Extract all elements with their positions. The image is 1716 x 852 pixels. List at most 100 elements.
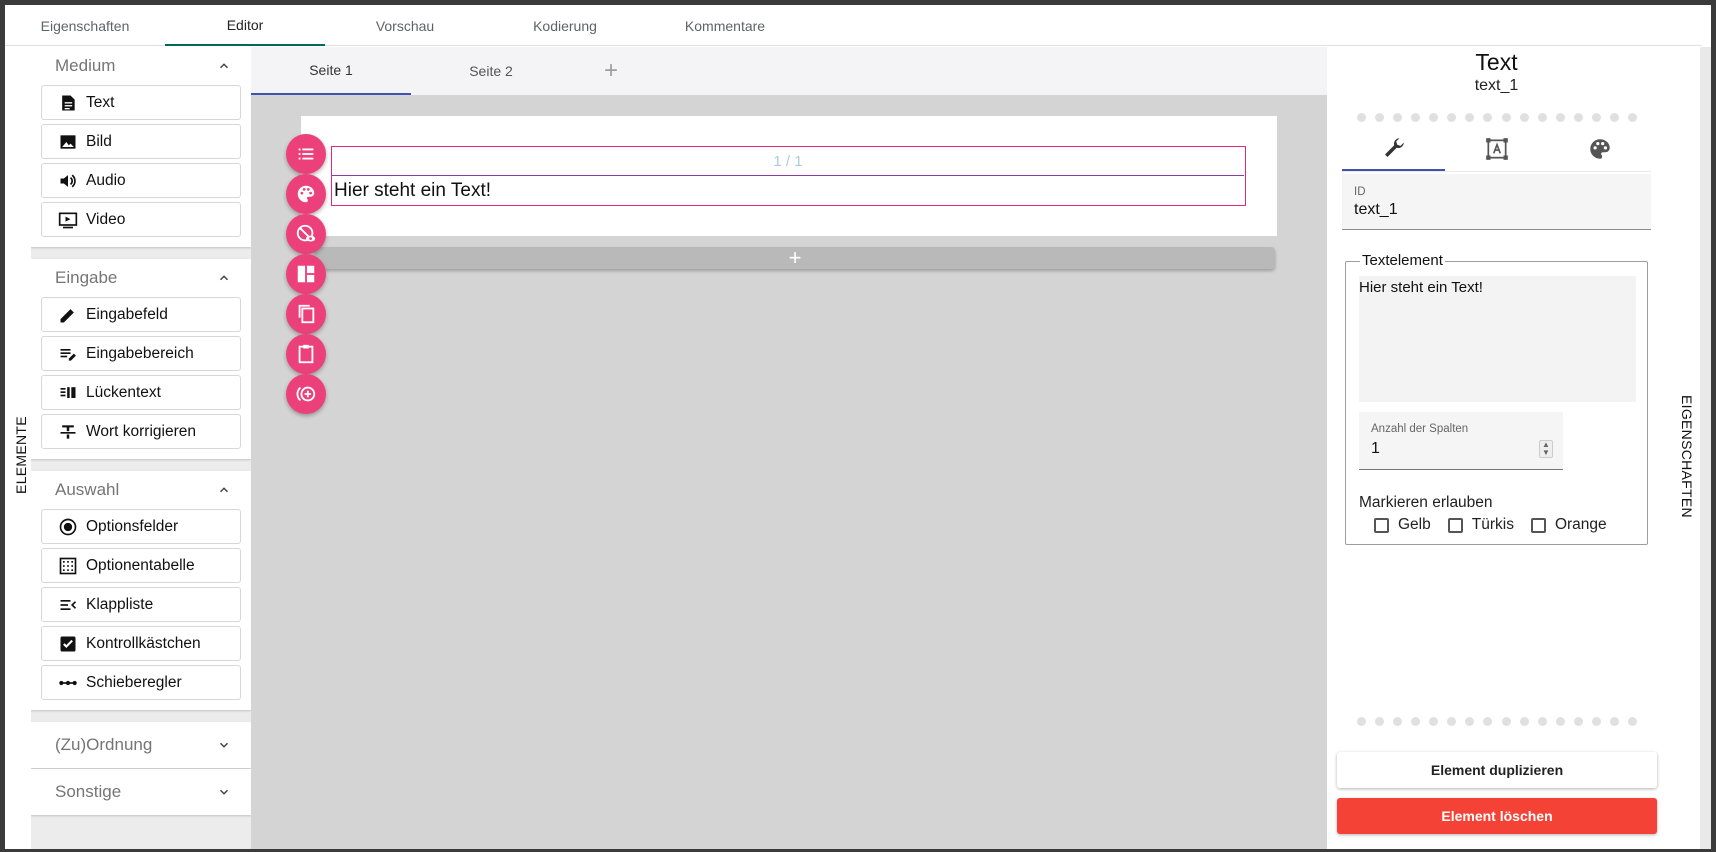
- highlight-label: Markieren erlauben: [1359, 494, 1493, 511]
- audio-icon: [60, 174, 76, 187]
- elements-label: ELEMENTE: [13, 416, 29, 494]
- text-icon: [62, 95, 75, 110]
- group-sonstige-title: Sonstige: [55, 782, 122, 801]
- checkbox-box[interactable]: [1374, 517, 1389, 533]
- element-button-kontrollkaestchen[interactable]: Kontrollkästchen: [41, 626, 241, 661]
- element-button-label: Bild: [86, 132, 112, 150]
- chevron-down-icon: [219, 789, 229, 795]
- columns-stepper[interactable]: Anzahl der Spalten 1 ▲ ▼: [1359, 412, 1563, 470]
- slider-icon: [59, 680, 77, 685]
- tab-vorschau[interactable]: Vorschau: [325, 5, 485, 46]
- chevron-down-icon: [219, 742, 229, 748]
- properties-panel: Text text_1 ID text_1 Textelement Hier s…: [1327, 47, 1666, 849]
- group-auswahl-header[interactable]: Auswahl: [31, 471, 251, 509]
- text-content-textarea[interactable]: Hier steht ein Text!: [1359, 276, 1636, 402]
- element-button-optionsfelder[interactable]: Optionsfelder: [41, 509, 241, 544]
- element-button-label: Video: [86, 210, 126, 228]
- highlight-options: Gelb Türkis Orange: [1374, 516, 1624, 534]
- element-button-text[interactable]: Text: [41, 85, 241, 120]
- elements-sidebar-toggle[interactable]: ELEMENTE: [5, 47, 31, 849]
- strikethrough-icon: [60, 424, 76, 439]
- checkbox-box[interactable]: [1530, 517, 1546, 533]
- palette-icon: [1589, 139, 1610, 159]
- section-visibility-button[interactable]: [286, 214, 326, 254]
- section-duplicate-button[interactable]: [286, 294, 326, 334]
- element-button-wort-korrigieren[interactable]: Wort korrigieren: [41, 414, 241, 449]
- group-sonstige: Sonstige: [31, 769, 251, 815]
- palette-icon: [297, 185, 315, 203]
- group-eingabe-header[interactable]: Eingabe: [31, 259, 251, 297]
- element-button-audio[interactable]: Audio: [41, 163, 241, 198]
- element-button-label: Eingabebereich: [86, 344, 194, 362]
- element-button-label: Audio: [86, 171, 126, 189]
- element-button-label: Optionentabelle: [86, 556, 195, 574]
- scrollbar-gutter: [1700, 47, 1711, 849]
- section[interactable]: 1 / 1 Hier steht ein Text!: [331, 146, 1246, 206]
- properties-sidebar-toggle[interactable]: EIGENSCHAFTEN: [1666, 47, 1700, 849]
- group-medium-header[interactable]: Medium: [31, 47, 251, 85]
- section-style-button[interactable]: [286, 174, 326, 214]
- scroll-indicator-top: [1357, 113, 1637, 122]
- element-button-lueckentext[interactable]: Lückentext: [41, 375, 241, 410]
- fieldset-legend: Textelement: [1360, 252, 1445, 269]
- group-eingabe-title: Eingabe: [55, 268, 118, 287]
- id-field[interactable]: ID text_1: [1342, 174, 1651, 230]
- section-counter: 1 / 1: [332, 147, 1244, 176]
- add-page-button[interactable]: +: [571, 47, 651, 95]
- section-add-button[interactable]: [286, 374, 326, 414]
- checkbox-orange[interactable]: Orange: [1530, 516, 1607, 534]
- grid-icon: [59, 557, 77, 574]
- group-zuordnung-title: (Zu)Ordnung: [55, 735, 153, 754]
- tab-properties[interactable]: [1342, 127, 1445, 171]
- delete-element-button[interactable]: Element löschen: [1337, 798, 1657, 834]
- element-button-bild[interactable]: Bild: [41, 124, 241, 159]
- section-list-button[interactable]: [286, 134, 326, 174]
- checkbox-box[interactable]: [1447, 517, 1463, 533]
- element-button-optionentabelle[interactable]: Optionentabelle: [41, 548, 241, 583]
- element-button-video[interactable]: Video: [41, 202, 241, 237]
- group-zuordnung: (Zu)Ordnung: [31, 722, 251, 768]
- checkbox-gelb[interactable]: Gelb: [1374, 516, 1431, 534]
- group-auswahl-title: Auswahl: [55, 480, 120, 499]
- checkbox-tuerkis[interactable]: Türkis: [1447, 516, 1514, 534]
- tab-eigenschaften[interactable]: Eigenschaften: [5, 5, 165, 46]
- element-button-eingabefeld[interactable]: Eingabefeld: [41, 297, 241, 332]
- tab-kommentare[interactable]: Kommentare: [645, 5, 805, 46]
- element-button-label: Lückentext: [86, 383, 161, 401]
- id-field-value[interactable]: text_1: [1354, 201, 1398, 219]
- position-icon: [1485, 138, 1508, 160]
- group-auswahl: Auswahl Optionsfelder Optionentabelle Kl…: [31, 471, 251, 710]
- duplicate-element-button[interactable]: Element duplizieren: [1337, 752, 1657, 788]
- element-button-schieberegler[interactable]: Schieberegler: [41, 665, 241, 700]
- elements-panel: Medium Text Bild Audio Video Eingabe Ein…: [31, 47, 251, 849]
- group-zuordnung-header[interactable]: (Zu)Ordnung: [31, 722, 251, 768]
- section-paste-button[interactable]: [286, 334, 326, 374]
- tab-position[interactable]: [1445, 127, 1548, 171]
- element-id-subtitle: text_1: [1474, 77, 1519, 94]
- chevron-up-icon: [219, 275, 229, 281]
- radio-icon: [59, 518, 77, 535]
- id-field-label: ID: [1354, 186, 1366, 198]
- add-section-button[interactable]: +: [315, 245, 1275, 270]
- tab-seite-2[interactable]: Seite 2: [411, 47, 571, 95]
- element-button-eingabebereich[interactable]: Eingabebereich: [41, 336, 241, 371]
- columns-value[interactable]: 1: [1371, 440, 1380, 458]
- add-circle-icon: [296, 386, 316, 402]
- columns-label: Anzahl der Spalten: [1371, 423, 1469, 435]
- checkbox-label: Türkis: [1471, 516, 1514, 533]
- group-medium: Medium Text Bild Audio Video: [31, 47, 251, 247]
- scroll-indicator-bottom: [1357, 717, 1637, 726]
- text-element[interactable]: Hier steht ein Text!: [334, 177, 1242, 204]
- tab-style[interactable]: [1548, 127, 1651, 171]
- group-sonstige-header[interactable]: Sonstige: [31, 769, 251, 815]
- tab-editor[interactable]: Editor: [165, 5, 325, 46]
- layout-icon: [297, 265, 315, 283]
- spin-buttons[interactable]: ▲ ▼: [1539, 440, 1553, 458]
- element-button-label: Klappliste: [86, 595, 154, 613]
- tab-seite-1[interactable]: Seite 1: [251, 47, 411, 95]
- editor-canvas-area: Seite 1 Seite 2 + 1 / 1 Hier steht ein T…: [251, 47, 1327, 849]
- element-title: Text: [1475, 49, 1518, 75]
- section-layout-button[interactable]: [286, 254, 326, 294]
- tab-kodierung[interactable]: Kodierung: [485, 5, 645, 46]
- element-button-klappliste[interactable]: Klappliste: [41, 587, 241, 622]
